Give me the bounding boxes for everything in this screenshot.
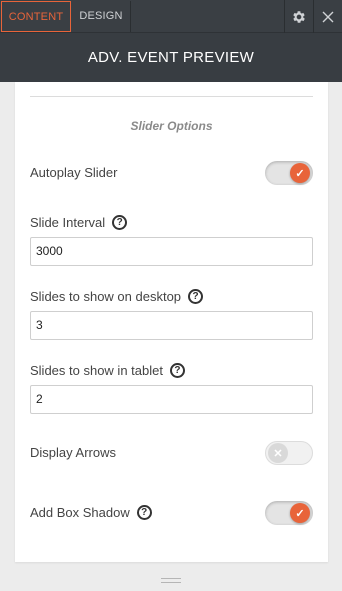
resize-handle[interactable] — [161, 578, 181, 583]
tablet-input[interactable]: 2 — [30, 385, 313, 414]
section-title: Slider Options — [130, 119, 213, 133]
shadow-label-text: Add Box Shadow — [30, 505, 130, 520]
desktop-input[interactable]: 3 — [30, 311, 313, 340]
help-icon[interactable]: ? — [188, 289, 204, 304]
settings-button[interactable] — [284, 0, 312, 33]
help-icon[interactable]: ? — [169, 363, 185, 378]
help-icon[interactable]: ? — [136, 505, 152, 520]
panel-header: ADV. EVENT PREVIEW — [0, 33, 342, 82]
shadow-toggle[interactable]: ✓ — [265, 501, 313, 525]
autoplay-toggle[interactable]: ✓ — [265, 161, 313, 185]
settings-panel: Slider Options Autoplay Slider ✓ Slide I… — [15, 82, 328, 562]
top-tab-bar: CONTENT DESIGN — [0, 0, 342, 33]
interval-input[interactable]: 3000 — [30, 237, 313, 266]
tab-design[interactable]: DESIGN — [72, 1, 131, 32]
tab-content[interactable]: CONTENT — [1, 1, 71, 32]
divider — [30, 96, 313, 97]
interval-label: Slide Interval ? — [30, 215, 128, 230]
autoplay-label: Autoplay Slider — [30, 165, 117, 180]
arrows-toggle[interactable]: ✕ — [265, 441, 313, 465]
tablet-label-text: Slides to show in tablet — [30, 363, 163, 378]
desktop-label-text: Slides to show on desktop — [30, 289, 182, 304]
arrows-label-text: Display Arrows — [30, 445, 116, 460]
close-button[interactable] — [313, 0, 341, 33]
desktop-label: Slides to show on desktop ? — [30, 289, 204, 304]
close-icon — [322, 11, 333, 22]
gear-icon — [292, 10, 305, 23]
page-title: ADV. EVENT PREVIEW — [87, 49, 255, 66]
check-icon: ✓ — [290, 163, 310, 183]
autoplay-label-text: Autoplay Slider — [30, 165, 118, 180]
check-icon: ✓ — [290, 503, 310, 523]
x-icon: ✕ — [268, 443, 288, 463]
interval-label-text: Slide Interval — [30, 215, 106, 230]
help-icon[interactable]: ? — [112, 215, 128, 230]
shadow-label: Add Box Shadow ? — [30, 505, 152, 520]
arrows-label: Display Arrows — [30, 445, 116, 460]
tablet-label: Slides to show in tablet ? — [30, 363, 185, 378]
